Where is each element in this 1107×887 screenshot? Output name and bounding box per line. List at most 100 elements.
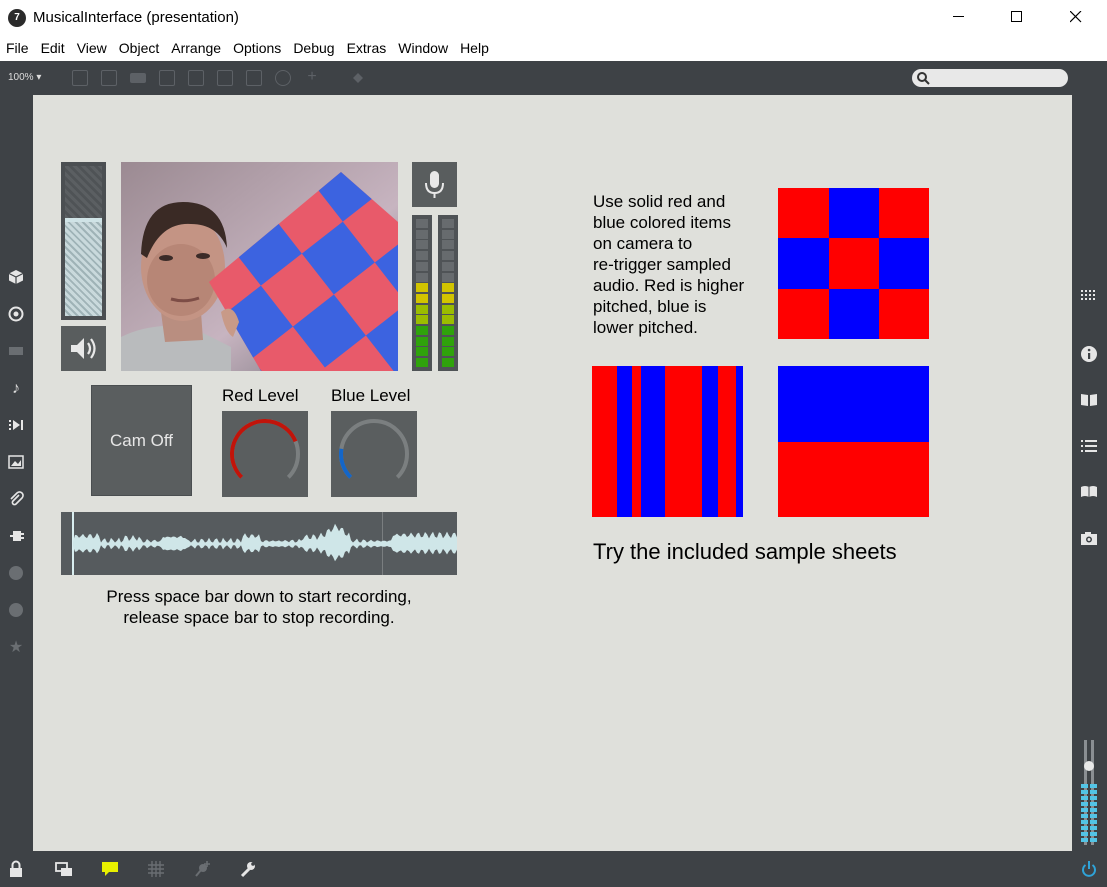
gain-slider[interactable] bbox=[61, 162, 106, 320]
maximize-button[interactable] bbox=[988, 0, 1046, 34]
slider-icon[interactable] bbox=[246, 70, 262, 86]
meter-segment bbox=[442, 326, 454, 335]
meter-segment bbox=[442, 219, 454, 228]
left-sidebar: ♪ ★ bbox=[0, 95, 33, 851]
number-icon[interactable] bbox=[217, 70, 233, 86]
output-slider-knob[interactable] bbox=[1084, 761, 1094, 771]
output-meter-segment bbox=[1081, 790, 1088, 794]
target-icon[interactable] bbox=[7, 306, 25, 324]
play-list-icon[interactable] bbox=[7, 417, 25, 435]
output-meter-segment bbox=[1081, 802, 1088, 806]
camera-icon[interactable] bbox=[1080, 529, 1098, 547]
meter-segment bbox=[416, 261, 428, 271]
b-circle-icon[interactable] bbox=[7, 602, 25, 620]
output-meter bbox=[1080, 784, 1098, 845]
power-icon[interactable] bbox=[1080, 860, 1098, 878]
output-meter-segment bbox=[1090, 802, 1097, 806]
close-button[interactable] bbox=[1047, 0, 1105, 34]
meter-segment bbox=[416, 240, 428, 250]
comment-icon[interactable] bbox=[101, 860, 119, 878]
menu-help[interactable]: Help bbox=[454, 36, 495, 61]
instructions-line-1: Press space bar down to start recording, bbox=[106, 587, 412, 606]
menu-arrange[interactable]: Arrange bbox=[165, 36, 227, 61]
search-input[interactable] bbox=[912, 69, 1068, 87]
output-meter-segment bbox=[1081, 826, 1088, 830]
sample-sheet-stripes bbox=[592, 366, 743, 517]
search-icon bbox=[917, 72, 930, 85]
star-icon[interactable]: ★ bbox=[7, 639, 25, 657]
paperclip-icon[interactable] bbox=[7, 491, 25, 509]
meter-segment bbox=[442, 272, 454, 282]
meter-segment bbox=[442, 283, 454, 293]
dial-icon[interactable] bbox=[275, 70, 291, 86]
info-icon[interactable] bbox=[1080, 345, 1098, 363]
meter-segment bbox=[416, 251, 428, 261]
meter-segment bbox=[416, 272, 428, 282]
comment-icon[interactable] bbox=[130, 73, 146, 83]
meter-segment bbox=[416, 283, 428, 293]
meter-segment bbox=[416, 304, 428, 314]
menu-window[interactable]: Window bbox=[392, 36, 454, 61]
blue-dial-value-arc bbox=[339, 448, 353, 479]
input-meter-right bbox=[438, 215, 458, 371]
button-icon[interactable] bbox=[188, 70, 204, 86]
cam-off-button[interactable]: Cam Off bbox=[91, 385, 192, 496]
lock-icon[interactable] bbox=[7, 860, 25, 878]
book-open-icon[interactable] bbox=[1080, 391, 1098, 409]
app-logo-icon: 7 bbox=[8, 9, 26, 27]
bottom-bar bbox=[0, 851, 1107, 887]
grid-icon[interactable] bbox=[1080, 287, 1098, 305]
paint-bucket-icon[interactable] bbox=[350, 70, 366, 86]
meter-segment bbox=[416, 326, 428, 335]
output-level-slider[interactable] bbox=[1080, 740, 1098, 845]
menu-extras[interactable]: Extras bbox=[341, 36, 393, 61]
output-meter-segment bbox=[1081, 796, 1088, 800]
menu-view[interactable]: View bbox=[71, 36, 113, 61]
output-meter-segment bbox=[1090, 826, 1097, 830]
output-meter-segment bbox=[1081, 808, 1088, 812]
film-icon[interactable] bbox=[7, 343, 25, 361]
meter-segment bbox=[416, 315, 428, 325]
output-meter-segment bbox=[1081, 820, 1088, 824]
recording-instructions: Press space bar down to start recording,… bbox=[61, 586, 457, 628]
meter-segment bbox=[442, 240, 454, 250]
plug-icon[interactable] bbox=[7, 528, 25, 546]
menu-edit[interactable]: Edit bbox=[35, 36, 71, 61]
music-note-icon[interactable]: ♪ bbox=[7, 380, 25, 398]
list-icon[interactable] bbox=[1080, 437, 1098, 455]
image-icon[interactable] bbox=[7, 454, 25, 472]
red-level-dial[interactable] bbox=[222, 411, 308, 497]
menu-options[interactable]: Options bbox=[227, 36, 287, 61]
microphone-icon bbox=[425, 171, 444, 198]
meter-segment bbox=[416, 347, 428, 357]
menu-object[interactable]: Object bbox=[113, 36, 165, 61]
toggle-icon[interactable] bbox=[159, 70, 175, 86]
grid-icon[interactable] bbox=[147, 860, 165, 878]
blue-level-dial[interactable] bbox=[331, 411, 417, 497]
patcher-canvas: Use solid red and blue colored items on … bbox=[33, 95, 1072, 851]
speaker-toggle[interactable] bbox=[61, 326, 106, 371]
message-icon[interactable] bbox=[101, 70, 117, 86]
zoom-select[interactable]: 100% ▾ bbox=[8, 72, 41, 83]
wrench-icon[interactable] bbox=[239, 860, 257, 878]
output-meter-segment bbox=[1090, 832, 1097, 836]
recorded-waveform[interactable] bbox=[61, 512, 457, 575]
windows-icon[interactable] bbox=[55, 860, 73, 878]
output-meter-segment bbox=[1090, 796, 1097, 800]
cube-icon[interactable] bbox=[7, 269, 25, 287]
pin-add-icon[interactable] bbox=[193, 860, 211, 878]
menu-debug[interactable]: Debug bbox=[287, 36, 340, 61]
add-object-icon[interactable]: + bbox=[304, 69, 320, 86]
minimize-button[interactable] bbox=[930, 0, 988, 34]
presentation-icon[interactable] bbox=[72, 70, 88, 86]
output-meter-segment bbox=[1090, 790, 1097, 794]
menu-file[interactable]: File bbox=[0, 36, 35, 61]
v-circle-icon[interactable] bbox=[7, 565, 25, 583]
output-meter-segment bbox=[1081, 838, 1088, 842]
book-icon[interactable] bbox=[1080, 483, 1098, 501]
mic-toggle[interactable] bbox=[412, 162, 457, 207]
blue-dial-track bbox=[339, 419, 409, 479]
sample-sheet-checkerboard bbox=[778, 188, 929, 339]
toolbar: 100% ▾ + bbox=[0, 61, 1107, 95]
output-meter-segment bbox=[1081, 832, 1088, 836]
